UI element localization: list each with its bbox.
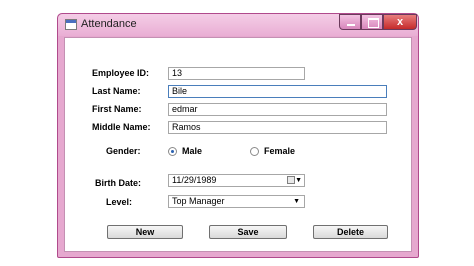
minimize-icon	[347, 24, 355, 26]
last-name-label: Last Name:	[92, 86, 141, 96]
radio-checked-icon	[168, 147, 177, 156]
first-name-field[interactable]: edmar	[168, 103, 387, 116]
title-bar[interactable]: Attendance x	[58, 14, 418, 36]
gender-male-radio[interactable]: Male	[168, 146, 228, 158]
gender-female-label: Female	[264, 146, 296, 156]
new-button[interactable]: New	[107, 225, 183, 239]
chevron-down-icon[interactable]: ▼	[293, 196, 300, 207]
radio-unchecked-icon	[250, 147, 259, 156]
save-button[interactable]: Save	[209, 225, 287, 239]
maximize-icon	[368, 18, 379, 28]
birth-date-value: 11/29/1989	[172, 175, 217, 185]
last-name-field[interactable]: Bile	[168, 85, 387, 98]
gender-male-label: Male	[182, 146, 203, 156]
minimize-button[interactable]	[339, 14, 361, 30]
level-combobox[interactable]: Top Manager ▼	[168, 195, 305, 208]
employee-id-field[interactable]: 13	[168, 67, 305, 80]
window-title: Attendance	[81, 18, 137, 30]
form-panel: Employee ID: 13 Last Name: Bile First Na…	[64, 37, 412, 252]
attendance-window: Attendance x Employee ID: 13 Last Name: …	[57, 13, 419, 258]
middle-name-field[interactable]: Ramos	[168, 121, 387, 134]
level-label: Level:	[106, 197, 133, 207]
delete-button[interactable]: Delete	[313, 225, 388, 239]
employee-id-label: Employee ID:	[92, 68, 150, 78]
close-icon: x	[396, 16, 404, 28]
maximize-button[interactable]	[361, 14, 383, 30]
birth-date-picker[interactable]: 11/29/1989 ▼	[168, 174, 305, 187]
app-icon	[65, 19, 77, 30]
birth-date-label: Birth Date:	[95, 178, 142, 188]
gender-female-radio[interactable]: Female	[250, 146, 310, 158]
first-name-label: First Name:	[92, 104, 142, 114]
calendar-icon[interactable]	[287, 176, 295, 184]
level-value: Top Manager	[172, 196, 225, 206]
close-button[interactable]: x	[383, 14, 417, 30]
chevron-down-icon[interactable]: ▼	[295, 176, 302, 185]
gender-label: Gender:	[106, 146, 141, 156]
middle-name-label: Middle Name:	[92, 122, 151, 132]
